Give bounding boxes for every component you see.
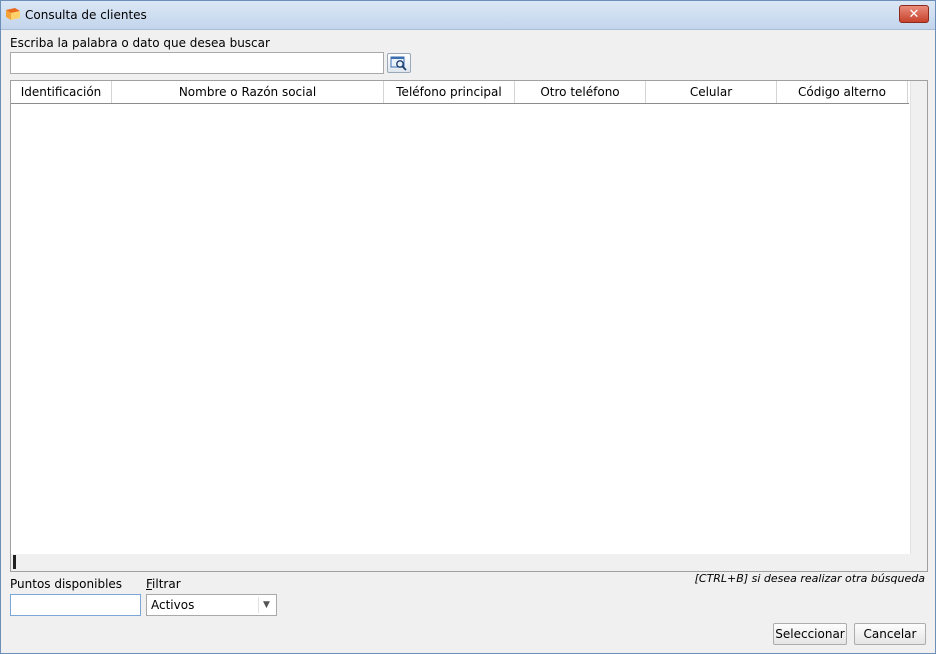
filter-label: Filtrar	[146, 577, 181, 591]
filter-selected-value: Activos	[151, 598, 195, 612]
column-header-nombre[interactable]: Nombre o Razón social	[112, 81, 384, 103]
search-label: Escriba la palabra o dato que desea busc…	[10, 36, 270, 50]
search-input[interactable]	[10, 52, 384, 74]
horizontal-scrollbar[interactable]	[11, 554, 927, 571]
vertical-scrollbar[interactable]	[910, 81, 927, 555]
close-button[interactable]: ✕	[899, 5, 929, 23]
search-icon	[390, 56, 407, 71]
cancel-button[interactable]: Cancelar	[854, 623, 926, 645]
column-header-celular[interactable]: Celular	[646, 81, 777, 103]
chevron-down-icon[interactable]: ▼	[258, 597, 274, 613]
dialog-window: Consulta de clientes ✕ Escriba la palabr…	[0, 0, 936, 654]
title-bar: Consulta de clientes ✕	[1, 1, 935, 30]
select-button[interactable]: Seleccionar	[773, 623, 847, 645]
column-header-codigo-alterno[interactable]: Código alterno	[777, 81, 908, 103]
column-header-identificacion[interactable]: Identificación	[11, 81, 112, 103]
search-shortcut-hint: [CTRL+B] si desea realizar otra búsqueda	[694, 572, 925, 585]
app-logo-icon	[6, 8, 20, 20]
search-button[interactable]	[387, 53, 411, 73]
window-title: Consulta de clientes	[25, 8, 147, 22]
results-grid: Identificación Nombre o Razón social Tel…	[10, 80, 928, 572]
column-header-otro-telefono[interactable]: Otro teléfono	[515, 81, 646, 103]
horizontal-scroll-thumb[interactable]	[13, 555, 16, 569]
points-input[interactable]	[10, 594, 141, 616]
filter-label-rest: iltrar	[152, 577, 181, 591]
points-label: Puntos disponibles	[10, 577, 123, 591]
close-icon: ✕	[908, 7, 920, 22]
grid-header: Identificación Nombre o Razón social Tel…	[11, 81, 909, 104]
filter-select[interactable]: Activos ▼	[146, 594, 277, 616]
column-header-telefono-principal[interactable]: Teléfono principal	[384, 81, 515, 103]
